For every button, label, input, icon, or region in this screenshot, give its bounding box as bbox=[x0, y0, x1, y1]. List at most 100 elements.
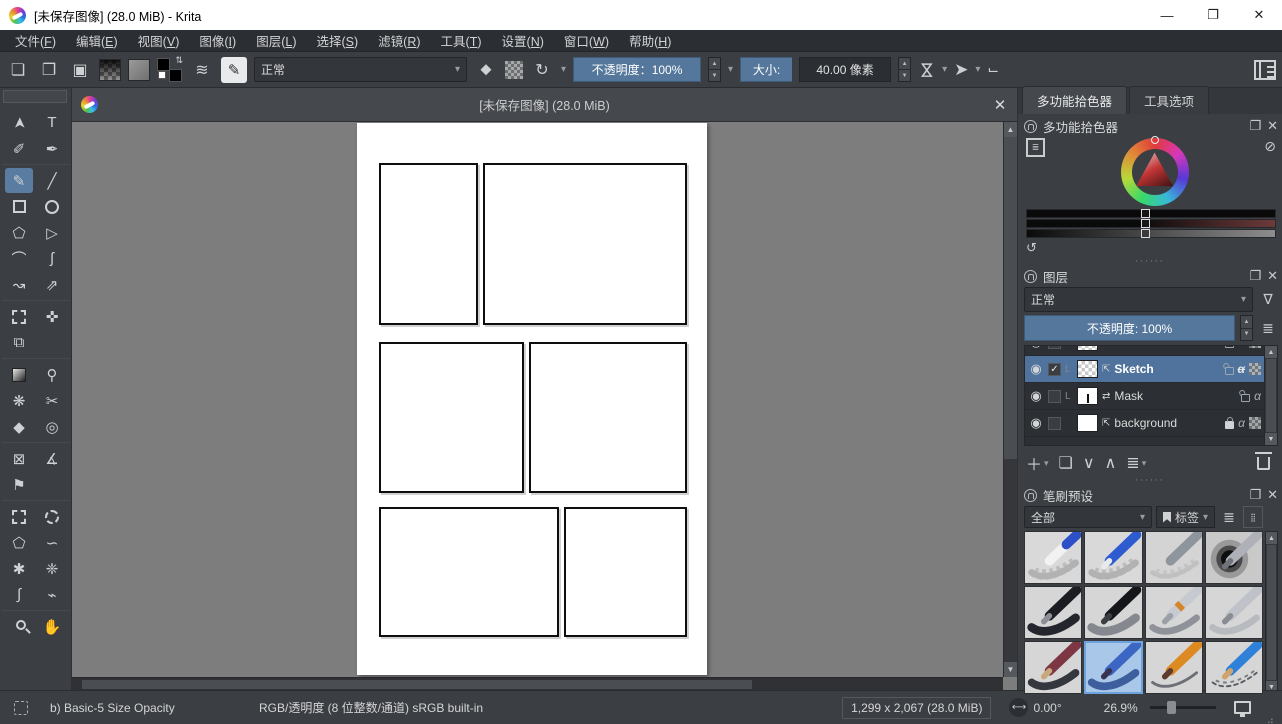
color-slider-3[interactable] bbox=[1026, 229, 1276, 238]
delete-layer-button[interactable] bbox=[1257, 457, 1270, 470]
gradient-tool[interactable] bbox=[5, 362, 33, 387]
rectangle-tool[interactable] bbox=[5, 194, 33, 219]
layer-name[interactable]: background bbox=[1114, 416, 1221, 430]
layer-row-mask[interactable]: ◉L⇄Maskα bbox=[1025, 383, 1264, 410]
layer-thumbnail[interactable] bbox=[1077, 387, 1098, 405]
brush-preset-wet-brush-maroon[interactable] bbox=[1024, 641, 1082, 694]
fit-to-screen-icon[interactable] bbox=[1234, 701, 1251, 714]
no-color-icon[interactable]: ⊘ bbox=[1264, 138, 1276, 206]
inherit-alpha-active-icon[interactable]: α bbox=[1238, 362, 1245, 376]
inherit-alpha-icon[interactable]: α bbox=[1254, 389, 1261, 403]
open-document-icon[interactable]: ❐ bbox=[37, 58, 61, 82]
preserve-alpha-icon[interactable] bbox=[505, 61, 523, 79]
menu-t[interactable]: 工具(T) bbox=[432, 29, 491, 52]
menu-w[interactable]: 窗口(W) bbox=[555, 29, 618, 52]
close-docker-icon[interactable]: ✕ bbox=[1267, 487, 1278, 503]
polygon-tool[interactable]: ⬠ bbox=[5, 220, 33, 245]
menu-l[interactable]: 图层(L) bbox=[247, 29, 305, 52]
reference-images-tool[interactable]: ⚑ bbox=[5, 472, 33, 497]
brush-editor-button[interactable]: ✎ bbox=[221, 57, 247, 83]
layer-thumbnail[interactable] bbox=[1077, 360, 1098, 378]
toolbox-drag-handle[interactable] bbox=[3, 90, 67, 103]
similar-color-select-tool[interactable]: ❈ bbox=[38, 556, 66, 581]
workspace-chooser-button[interactable] bbox=[1254, 60, 1276, 80]
color-sampler-tool[interactable]: ⚲ bbox=[38, 362, 66, 387]
layer-visibility-icon[interactable]: ◉ bbox=[1028, 415, 1044, 431]
pattern-chooser[interactable] bbox=[128, 59, 150, 81]
text-tool[interactable]: T bbox=[38, 110, 66, 135]
menu-e[interactable]: 编辑(E) bbox=[67, 29, 127, 52]
inherit-alpha-icon[interactable]: α bbox=[1238, 416, 1245, 430]
size-label-box[interactable]: 大小: bbox=[740, 57, 792, 82]
mirror-horizontal-icon[interactable]: ⋈ bbox=[917, 61, 937, 78]
scroll-up-icon[interactable]: ▲ bbox=[1004, 122, 1017, 137]
layer-name[interactable]: Sketch bbox=[1114, 362, 1220, 376]
reload-preset-icon[interactable]: ↻ bbox=[530, 58, 554, 82]
canvas-rotation-icon[interactable]: ⟷ bbox=[1009, 698, 1028, 717]
brush-preset-eraser-rectangle[interactable] bbox=[1024, 531, 1082, 584]
dynamic-brush-tool[interactable]: ↝ bbox=[5, 272, 33, 297]
add-layer-button[interactable]: ＋▾ bbox=[1026, 451, 1049, 475]
pattern-edit-tool[interactable]: ❋ bbox=[5, 388, 33, 413]
lock-docker-icon[interactable] bbox=[1024, 120, 1037, 133]
document-close-icon[interactable]: ✕ bbox=[983, 96, 1017, 114]
brush-preset-sketch-pencil-blue[interactable] bbox=[1205, 641, 1263, 694]
canvas-page[interactable] bbox=[357, 123, 707, 675]
brush-scroll-thumb[interactable] bbox=[1267, 545, 1276, 680]
calligraphy-tool[interactable]: ✒ bbox=[38, 136, 66, 161]
mirror-vertical-icon[interactable]: ➤ bbox=[954, 60, 968, 80]
menu-h[interactable]: 帮助(H) bbox=[620, 29, 680, 52]
opacity-slider[interactable]: 不透明度： 100% bbox=[573, 57, 701, 82]
zoom-slider[interactable] bbox=[1150, 706, 1216, 709]
current-brush-preset[interactable]: b) Basic-5 Size Opacity bbox=[50, 701, 215, 715]
close-docker-icon[interactable]: ✕ bbox=[1267, 118, 1278, 134]
wrap-around-mode-icon[interactable]: ⌙ bbox=[987, 61, 999, 78]
color-slider-1[interactable] bbox=[1026, 209, 1276, 218]
polygonal-select-tool[interactable]: ⬠ bbox=[5, 530, 33, 555]
layer-checkbox[interactable] bbox=[1048, 417, 1061, 430]
new-document-icon[interactable]: ❏ bbox=[6, 58, 30, 82]
duplicate-layer-button[interactable]: ❏ bbox=[1059, 453, 1073, 473]
alpha-lock-icon[interactable] bbox=[1249, 363, 1261, 375]
edit-shapes-tool[interactable]: ✐ bbox=[5, 136, 33, 161]
crop-tool[interactable]: ⧉ bbox=[5, 330, 33, 355]
chevron-down-icon[interactable]: ▾ bbox=[975, 64, 980, 75]
freehand-brush-tool[interactable]: ✎ bbox=[5, 168, 33, 193]
maximize-button[interactable]: ❐ bbox=[1190, 0, 1236, 30]
close-button[interactable]: ✕ bbox=[1236, 0, 1282, 30]
menu-v[interactable]: 视图(V) bbox=[129, 29, 189, 52]
layer-thumbnail[interactable] bbox=[1077, 345, 1098, 351]
layer-opacity-slider[interactable]: 不透明度: 100% bbox=[1024, 315, 1235, 341]
scroll-up-icon[interactable]: ▲ bbox=[1266, 532, 1277, 544]
contiguous-select-tool[interactable]: ✱ bbox=[5, 556, 33, 581]
color-wheel[interactable] bbox=[1121, 138, 1189, 206]
freehand-path-tool[interactable]: ʃ bbox=[38, 246, 66, 271]
canvas-vertical-scrollbar[interactable]: ▲ ▼ bbox=[1003, 122, 1017, 677]
enclose-fill-tool[interactable]: ◎ bbox=[38, 414, 66, 439]
minimize-button[interactable]: — bbox=[1144, 0, 1190, 30]
alpha-lock-icon[interactable] bbox=[1249, 417, 1261, 429]
polyline-tool[interactable]: ▷ bbox=[38, 220, 66, 245]
ellipse-tool[interactable] bbox=[38, 194, 66, 219]
size-value-box[interactable]: 40.00 像素 bbox=[799, 57, 891, 82]
layer-unlocked-icon[interactable] bbox=[1225, 367, 1234, 375]
layer-checkbox[interactable] bbox=[1048, 345, 1061, 349]
layer-row-sketch[interactable]: ◉✓L⇱Sketchα bbox=[1025, 356, 1264, 383]
brush-preset-ink-pen-orange-ring[interactable] bbox=[1145, 586, 1203, 639]
scroll-up-icon[interactable]: ▲ bbox=[1265, 346, 1277, 358]
elliptical-select-tool[interactable] bbox=[38, 504, 66, 529]
layer-visibility-icon[interactable]: ◉ bbox=[1028, 345, 1044, 350]
chevron-down-icon[interactable]: ▾ bbox=[728, 64, 733, 75]
brush-preset-eraser-soft-blue[interactable] bbox=[1084, 531, 1142, 584]
layer-row-background[interactable]: ◉⇱backgroundα bbox=[1025, 410, 1264, 437]
layer-unlocked-icon[interactable] bbox=[1241, 394, 1250, 402]
lock-docker-icon[interactable] bbox=[1024, 489, 1037, 502]
pan-tool[interactable]: ✋ bbox=[38, 614, 66, 639]
transform-tool[interactable] bbox=[5, 304, 33, 329]
menu-i[interactable]: 图像(I) bbox=[190, 29, 245, 52]
move-layer-down-button[interactable]: ∨ bbox=[1083, 453, 1095, 473]
rectangular-select-tool[interactable] bbox=[5, 504, 33, 529]
selection-mode-icon[interactable] bbox=[14, 701, 28, 715]
layer-list-scrollbar[interactable]: ▲ ▼ bbox=[1264, 346, 1277, 445]
size-spinner[interactable]: ▲▼ bbox=[898, 57, 911, 82]
